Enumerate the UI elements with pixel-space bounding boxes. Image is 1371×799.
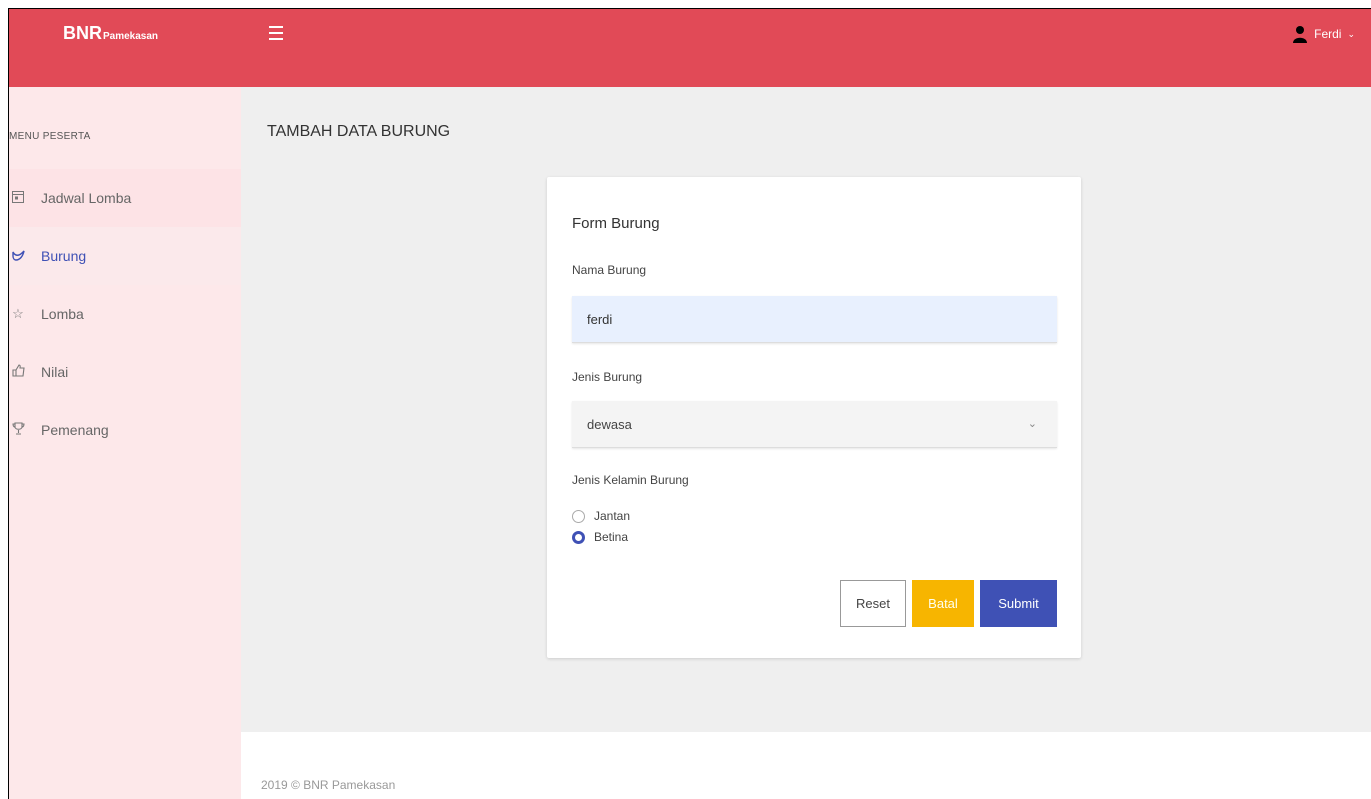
sidebar-item-label: Burung xyxy=(41,248,87,264)
chevron-down-icon: ⌄ xyxy=(1027,418,1037,430)
star-icon: ☆ xyxy=(12,306,24,321)
radio-label: Jantan xyxy=(594,509,631,523)
jenis-burung-select[interactable]: dewasa ⌄ xyxy=(572,401,1057,448)
sidebar-item-lomba[interactable]: ☆ Lomba xyxy=(9,285,241,343)
hamburger-menu-icon[interactable] xyxy=(269,26,283,44)
batal-button[interactable]: Batal xyxy=(912,580,974,627)
user-icon xyxy=(1293,26,1308,43)
reset-button[interactable]: Reset xyxy=(840,580,906,627)
thumbs-up-icon xyxy=(9,364,27,380)
footer: 2019 © BNR Pamekasan xyxy=(241,732,1371,799)
calendar-icon xyxy=(9,190,27,206)
nama-burung-label: Nama Burung xyxy=(572,263,647,277)
sidebar-item-burung[interactable]: Burung xyxy=(9,227,241,285)
radio-betina[interactable]: Betina xyxy=(572,530,628,544)
top-navbar: BNRPamekasan Ferdi ⌄ xyxy=(9,9,1371,87)
user-menu[interactable]: Ferdi ⌄ xyxy=(1292,25,1355,43)
sidebar-item-jadwal-lomba[interactable]: Jadwal Lomba xyxy=(9,169,241,227)
form-title: Form Burung xyxy=(572,215,660,232)
sidebar-item-pemenang[interactable]: Pemenang xyxy=(9,401,241,459)
sidebar-item-label: Nilai xyxy=(41,364,69,380)
radio-label: Betina xyxy=(594,530,629,544)
main-content: TAMBAH DATA BURUNG Form Burung Nama Buru… xyxy=(241,87,1371,732)
brand-main: BNR xyxy=(63,23,102,43)
radio-button[interactable] xyxy=(572,509,585,523)
jenis-kelamin-label: Jenis Kelamin Burung xyxy=(572,473,689,487)
app-frame: BNRPamekasan Ferdi ⌄ MENU PESERTA Jadwal… xyxy=(8,8,1371,799)
trophy-icon xyxy=(9,422,27,438)
sidebar: MENU PESERTA Jadwal Lomba Burung ☆ Lomba… xyxy=(9,87,241,799)
brand-sub: Pamekasan xyxy=(103,31,159,42)
brand-logo[interactable]: BNRPamekasan xyxy=(63,23,158,44)
jenis-burung-value: dewasa xyxy=(587,416,632,432)
jenis-burung-label: Jenis Burung xyxy=(572,370,643,384)
sidebar-item-label: Jadwal Lomba xyxy=(41,190,132,206)
footer-text: 2019 © BNR Pamekasan xyxy=(261,778,396,792)
sidebar-item-label: Pemenang xyxy=(41,422,109,438)
page-title: TAMBAH DATA BURUNG xyxy=(267,123,451,140)
bird-icon xyxy=(9,249,27,264)
sidebar-item-nilai[interactable]: Nilai xyxy=(9,343,241,401)
sidebar-section-title: MENU PESERTA xyxy=(9,131,91,142)
chevron-down-icon: ⌄ xyxy=(1347,28,1355,39)
submit-button[interactable]: Submit xyxy=(980,580,1057,627)
radio-jantan[interactable]: Jantan xyxy=(572,509,630,523)
user-name: Ferdi xyxy=(1314,27,1342,41)
sidebar-item-label: Lomba xyxy=(41,306,84,322)
form-card: Form Burung Nama Burung Jenis Burung dew… xyxy=(547,177,1081,658)
radio-button-checked[interactable] xyxy=(572,530,585,544)
nama-burung-input[interactable] xyxy=(572,296,1057,343)
